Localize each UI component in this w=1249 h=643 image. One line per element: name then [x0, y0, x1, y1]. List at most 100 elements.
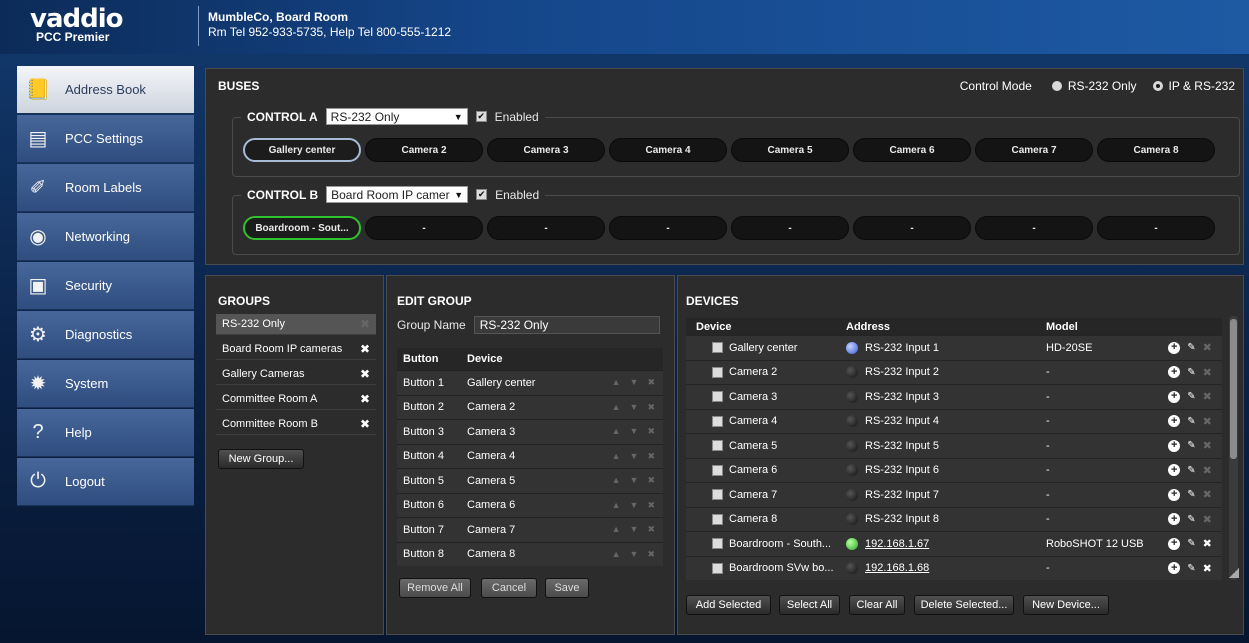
- bus-a-camera-button[interactable]: Camera 6: [853, 138, 971, 162]
- move-down-icon[interactable]: ▼: [630, 500, 639, 511]
- bus-a-camera-button[interactable]: Camera 7: [975, 138, 1093, 162]
- remove-icon[interactable]: ✖: [647, 451, 655, 462]
- bus-a-camera-button[interactable]: Gallery center: [243, 138, 361, 162]
- sidebar-item-pcc-settings[interactable]: ▤ PCC Settings: [17, 115, 194, 163]
- move-down-icon[interactable]: ▼: [630, 524, 639, 535]
- clear-all-button[interactable]: Clear All: [849, 595, 905, 615]
- move-up-icon[interactable]: ▲: [612, 524, 621, 535]
- sidebar-item-diagnostics[interactable]: ⚙ Diagnostics: [17, 311, 194, 359]
- remove-icon[interactable]: ✖: [647, 377, 655, 388]
- new-device-button[interactable]: New Device...: [1023, 595, 1109, 615]
- remove-icon[interactable]: ✖: [647, 426, 655, 437]
- move-down-icon[interactable]: ▼: [630, 475, 639, 486]
- delete-selected-button[interactable]: Delete Selected...: [914, 595, 1014, 615]
- add-selected-button[interactable]: Add Selected: [686, 595, 771, 615]
- row-checkbox[interactable]: [712, 538, 723, 550]
- sidebar-item-networking[interactable]: ◉ Networking: [17, 213, 194, 261]
- edit-icon[interactable]: ✎: [1187, 367, 1195, 378]
- add-icon[interactable]: +: [1168, 341, 1181, 354]
- remove-icon[interactable]: ✖: [647, 549, 655, 560]
- resize-handle-icon[interactable]: [1229, 568, 1239, 578]
- move-up-icon[interactable]: ▲: [612, 500, 621, 511]
- edit-icon[interactable]: ✎: [1187, 342, 1195, 353]
- sidebar-item-room-labels[interactable]: ✐ Room Labels: [17, 164, 194, 212]
- edit-icon[interactable]: ✎: [1187, 563, 1195, 574]
- sidebar-item-logout[interactable]: ⏻ Logout: [17, 458, 194, 506]
- remove-icon[interactable]: ✖: [647, 402, 655, 413]
- bus-b-camera-button[interactable]: -: [853, 216, 971, 240]
- add-icon[interactable]: +: [1168, 562, 1181, 575]
- control-a-group-select[interactable]: RS-232 Only ▼: [325, 108, 468, 125]
- cancel-button[interactable]: Cancel: [481, 578, 537, 598]
- remove-icon[interactable]: ✖: [647, 524, 655, 535]
- edit-icon[interactable]: ✎: [1187, 514, 1195, 525]
- devices-scrollbar[interactable]: [1229, 316, 1238, 580]
- move-down-icon[interactable]: ▼: [630, 549, 639, 560]
- move-up-icon[interactable]: ▲: [612, 549, 621, 560]
- row-checkbox[interactable]: [712, 415, 723, 427]
- bus-b-camera-button[interactable]: -: [1097, 216, 1215, 240]
- move-up-icon[interactable]: ▲: [612, 451, 621, 462]
- bus-b-camera-button[interactable]: -: [365, 216, 483, 240]
- edit-icon[interactable]: ✎: [1187, 489, 1195, 500]
- mode-radio-rs232[interactable]: [1051, 81, 1062, 91]
- row-checkbox[interactable]: [712, 562, 723, 574]
- group-item[interactable]: Board Room IP cameras ✖: [216, 339, 376, 360]
- sidebar-item-address-book[interactable]: 📒 Address Book: [17, 66, 194, 114]
- bus-a-camera-button[interactable]: Camera 3: [487, 138, 605, 162]
- bus-b-camera-button[interactable]: Boardroom - Sout...: [243, 216, 361, 240]
- bus-a-camera-button[interactable]: Camera 8: [1097, 138, 1215, 162]
- add-icon[interactable]: +: [1168, 537, 1181, 550]
- add-icon[interactable]: +: [1168, 488, 1181, 501]
- select-all-button[interactable]: Select All: [779, 595, 840, 615]
- remove-icon[interactable]: ✖: [647, 500, 655, 511]
- move-down-icon[interactable]: ▼: [630, 402, 639, 413]
- remove-icon[interactable]: ✖: [647, 475, 655, 486]
- delete-icon[interactable]: ✖: [360, 417, 370, 431]
- new-group-button[interactable]: New Group...: [218, 449, 304, 469]
- edit-icon[interactable]: ✎: [1187, 391, 1195, 402]
- move-up-icon[interactable]: ▲: [612, 475, 621, 486]
- save-button[interactable]: Save: [545, 578, 589, 598]
- sidebar-item-help[interactable]: ? Help: [17, 409, 194, 457]
- control-a-enabled-checkbox[interactable]: ✔: [475, 111, 487, 122]
- edit-icon[interactable]: ✎: [1187, 538, 1195, 549]
- add-icon[interactable]: +: [1168, 513, 1181, 526]
- device-address-link[interactable]: 192.168.1.68: [865, 562, 929, 574]
- sidebar-item-security[interactable]: ▣ Security: [17, 262, 194, 310]
- group-item[interactable]: RS-232 Only ✖: [216, 314, 376, 335]
- bus-b-camera-button[interactable]: -: [731, 216, 849, 240]
- row-checkbox[interactable]: [712, 366, 723, 378]
- row-checkbox[interactable]: [712, 440, 723, 452]
- add-icon[interactable]: +: [1168, 366, 1181, 379]
- edit-icon[interactable]: ✎: [1187, 465, 1195, 476]
- row-checkbox[interactable]: [712, 513, 723, 525]
- add-icon[interactable]: +: [1168, 390, 1181, 403]
- control-b-enabled-checkbox[interactable]: ✔: [476, 189, 488, 200]
- delete-icon[interactable]: ✖: [360, 367, 370, 381]
- sidebar-item-system[interactable]: ✹ System: [17, 360, 194, 408]
- delete-icon[interactable]: ✖: [1203, 537, 1212, 550]
- device-address-link[interactable]: 192.168.1.67: [865, 538, 929, 550]
- group-name-input[interactable]: RS-232 Only: [473, 316, 660, 334]
- bus-a-camera-button[interactable]: Camera 4: [609, 138, 727, 162]
- delete-icon[interactable]: ✖: [1203, 562, 1212, 575]
- row-checkbox[interactable]: [712, 489, 723, 501]
- add-icon[interactable]: +: [1168, 415, 1181, 428]
- bus-b-camera-button[interactable]: -: [609, 216, 727, 240]
- scrollbar-thumb[interactable]: [1230, 319, 1237, 459]
- row-checkbox[interactable]: [712, 342, 723, 354]
- move-down-icon[interactable]: ▼: [630, 451, 639, 462]
- edit-icon[interactable]: ✎: [1187, 416, 1195, 427]
- bus-b-camera-button[interactable]: -: [487, 216, 605, 240]
- move-up-icon[interactable]: ▲: [612, 402, 621, 413]
- remove-all-button[interactable]: Remove All: [399, 578, 471, 598]
- row-checkbox[interactable]: [712, 464, 723, 476]
- mode-radio-ip-rs232[interactable]: [1152, 81, 1163, 91]
- bus-a-camera-button[interactable]: Camera 2: [365, 138, 483, 162]
- add-icon[interactable]: +: [1168, 439, 1181, 452]
- bus-b-camera-button[interactable]: -: [975, 216, 1093, 240]
- move-down-icon[interactable]: ▼: [630, 426, 639, 437]
- delete-icon[interactable]: ✖: [360, 392, 370, 406]
- row-checkbox[interactable]: [712, 391, 723, 403]
